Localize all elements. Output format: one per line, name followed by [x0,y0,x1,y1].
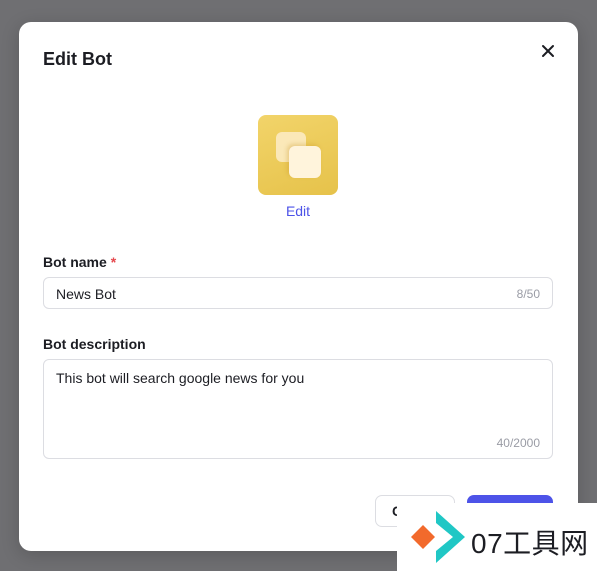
bot-description-value: This bot will search google news for you [56,370,305,386]
close-icon [542,45,554,57]
bot-name-label: Bot name * [43,254,116,270]
bot-description-label: Bot description [43,336,146,352]
bot-avatar[interactable] [258,115,338,195]
bot-description-textarea[interactable]: This bot will search google news for you… [43,359,553,459]
required-mark: * [110,254,117,270]
bot-avatar-icon-front [289,146,321,178]
watermark-logo-icon [411,511,465,563]
close-button[interactable] [537,40,559,62]
edit-bot-dialog: Edit Bot Edit Bot name * News Bot 8/50 Bo… [19,22,578,551]
bot-name-label-text: Bot name [43,254,107,270]
edit-avatar-link[interactable]: Edit [258,203,338,219]
dialog-title: Edit Bot [43,49,112,69]
bot-description-counter: 40/2000 [496,436,540,450]
bot-name-input[interactable]: News Bot 8/50 [43,277,553,309]
site-watermark: 07工具网 [397,503,597,571]
bot-name-value: News Bot [56,286,116,302]
bot-name-counter: 8/50 [516,287,540,301]
watermark-text: 07工具网 [471,528,589,559]
